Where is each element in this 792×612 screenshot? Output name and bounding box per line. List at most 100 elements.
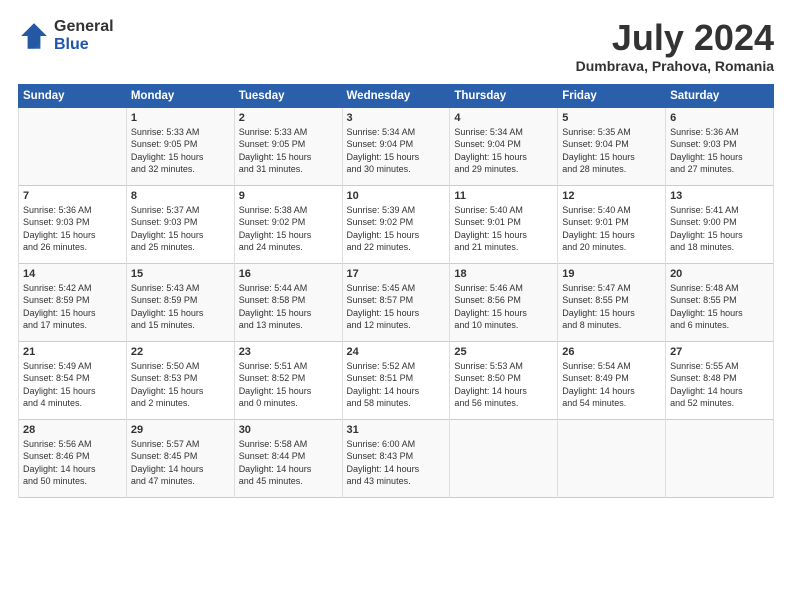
cell-w2-d2: 8Sunrise: 5:37 AM Sunset: 9:03 PM Daylig… xyxy=(126,185,234,263)
cell-info: Sunrise: 5:58 AM Sunset: 8:44 PM Dayligh… xyxy=(239,438,338,488)
week-row-5: 28 Sunrise: 5:56 AM Sunset: 8:46 PM Dayli… xyxy=(19,419,774,497)
logo-blue-text: Blue xyxy=(54,36,114,54)
cell-w4-d2: 22 Sunrise: 5:50 AM Sunset: 8:53 PM Dayli… xyxy=(126,341,234,419)
day-number: 31 xyxy=(347,424,446,436)
day-number: 3 xyxy=(347,112,446,124)
cell-info: Sunrise: 5:34 AM Sunset: 9:04 PM Dayligh… xyxy=(347,126,446,176)
day-number: 5 xyxy=(562,112,661,124)
cell-info: Sunrise: 5:49 AM Sunset: 8:54 PM Dayligh… xyxy=(23,360,122,410)
cell-w2-d3: 9 Sunrise: 5:38 AM Sunset: 9:02 PM Daylig… xyxy=(234,185,342,263)
cell-w4-d4: 24 Sunrise: 5:52 AM Sunset: 8:51 PM Dayli… xyxy=(342,341,450,419)
day-number: 9 xyxy=(239,190,338,202)
cell-w3-d7: 20 Sunrise: 5:48 AM Sunset: 8:55 PM Dayli… xyxy=(666,263,774,341)
day-number: 22 xyxy=(131,346,230,358)
cell-w3-d5: 18Sunrise: 5:46 AM Sunset: 8:56 PM Dayli… xyxy=(450,263,558,341)
cell-w4-d6: 26 Sunrise: 5:54 AM Sunset: 8:49 PM Dayli… xyxy=(558,341,666,419)
cell-w5-d6 xyxy=(558,419,666,497)
day-number: 4 xyxy=(454,112,553,124)
cell-info: Sunrise: 5:55 AM Sunset: 8:48 PM Dayligh… xyxy=(670,360,769,410)
cell-w1-d7: 6Sunrise: 5:36 AM Sunset: 9:03 PM Daylig… xyxy=(666,107,774,185)
cell-info: Sunrise: 5:40 AM Sunset: 9:01 PM Dayligh… xyxy=(562,204,661,254)
day-number: 1 xyxy=(131,112,230,124)
day-number: 16 xyxy=(239,268,338,280)
cell-w1-d4: 3 Sunrise: 5:34 AM Sunset: 9:04 PM Daylig… xyxy=(342,107,450,185)
cell-info: Sunrise: 5:42 AM Sunset: 8:59 PM Dayligh… xyxy=(23,282,122,332)
calendar-page: General Blue July 2024 Dumbrava, Prahova… xyxy=(0,0,792,612)
day-number: 12 xyxy=(562,190,661,202)
header-row: Sunday Monday Tuesday Wednesday Thursday… xyxy=(19,84,774,107)
header-sunday: Sunday xyxy=(19,84,127,107)
cell-w5-d1: 28 Sunrise: 5:56 AM Sunset: 8:46 PM Dayli… xyxy=(19,419,127,497)
cell-info: Sunrise: 5:45 AM Sunset: 8:57 PM Dayligh… xyxy=(347,282,446,332)
day-number: 13 xyxy=(670,190,769,202)
location: Dumbrava, Prahova, Romania xyxy=(576,58,774,74)
day-number: 14 xyxy=(23,268,122,280)
day-number: 23 xyxy=(239,346,338,358)
cell-info: Sunrise: 5:57 AM Sunset: 8:45 PM Dayligh… xyxy=(131,438,230,488)
cell-w2-d4: 10 Sunrise: 5:39 AM Sunset: 9:02 PM Dayli… xyxy=(342,185,450,263)
cell-w4-d1: 21 Sunrise: 5:49 AM Sunset: 8:54 PM Dayli… xyxy=(19,341,127,419)
day-number: 19 xyxy=(562,268,661,280)
cell-info: Sunrise: 5:43 AM Sunset: 8:59 PM Dayligh… xyxy=(131,282,230,332)
day-number: 21 xyxy=(23,346,122,358)
cell-info: Sunrise: 5:48 AM Sunset: 8:55 PM Dayligh… xyxy=(670,282,769,332)
header-tuesday: Tuesday xyxy=(234,84,342,107)
cell-w5-d3: 30 Sunrise: 5:58 AM Sunset: 8:44 PM Dayli… xyxy=(234,419,342,497)
header-friday: Friday xyxy=(558,84,666,107)
cell-info: Sunrise: 5:33 AM Sunset: 9:05 PM Dayligh… xyxy=(239,126,338,176)
cell-info: Sunrise: 5:56 AM Sunset: 8:46 PM Dayligh… xyxy=(23,438,122,488)
header-saturday: Saturday xyxy=(666,84,774,107)
cell-w2-d6: 12 Sunrise: 5:40 AM Sunset: 9:01 PM Dayli… xyxy=(558,185,666,263)
cell-info: Sunrise: 5:51 AM Sunset: 8:52 PM Dayligh… xyxy=(239,360,338,410)
day-number: 24 xyxy=(347,346,446,358)
cell-info: Sunrise: 5:36 AM Sunset: 9:03 PM Dayligh… xyxy=(23,204,122,254)
day-number: 27 xyxy=(670,346,769,358)
cell-info: Sunrise: 5:53 AM Sunset: 8:50 PM Dayligh… xyxy=(454,360,553,410)
cell-w1-d3: 2Sunrise: 5:33 AM Sunset: 9:05 PM Daylig… xyxy=(234,107,342,185)
cell-w5-d2: 29 Sunrise: 5:57 AM Sunset: 8:45 PM Dayli… xyxy=(126,419,234,497)
day-number: 26 xyxy=(562,346,661,358)
week-row-4: 21 Sunrise: 5:49 AM Sunset: 8:54 PM Dayli… xyxy=(19,341,774,419)
week-row-3: 14 Sunrise: 5:42 AM Sunset: 8:59 PM Dayli… xyxy=(19,263,774,341)
day-number: 30 xyxy=(239,424,338,436)
logo-icon xyxy=(18,20,50,52)
week-row-2: 7Sunrise: 5:36 AM Sunset: 9:03 PM Daylig… xyxy=(19,185,774,263)
day-number: 11 xyxy=(454,190,553,202)
cell-info: Sunrise: 5:47 AM Sunset: 8:55 PM Dayligh… xyxy=(562,282,661,332)
cell-info: Sunrise: 5:41 AM Sunset: 9:00 PM Dayligh… xyxy=(670,204,769,254)
logo: General Blue xyxy=(18,18,114,53)
cell-info: Sunrise: 6:00 AM Sunset: 8:43 PM Dayligh… xyxy=(347,438,446,488)
day-number: 25 xyxy=(454,346,553,358)
day-number: 20 xyxy=(670,268,769,280)
header-wednesday: Wednesday xyxy=(342,84,450,107)
cell-w4-d5: 25 Sunrise: 5:53 AM Sunset: 8:50 PM Dayli… xyxy=(450,341,558,419)
cell-w2-d1: 7Sunrise: 5:36 AM Sunset: 9:03 PM Daylig… xyxy=(19,185,127,263)
cell-info: Sunrise: 5:39 AM Sunset: 9:02 PM Dayligh… xyxy=(347,204,446,254)
month-year: July 2024 xyxy=(576,18,774,58)
header-monday: Monday xyxy=(126,84,234,107)
week-row-1: 1 Sunrise: 5:33 AM Sunset: 9:05 PM Daylig… xyxy=(19,107,774,185)
header-thursday: Thursday xyxy=(450,84,558,107)
title-block: July 2024 Dumbrava, Prahova, Romania xyxy=(576,18,774,74)
cell-info: Sunrise: 5:50 AM Sunset: 8:53 PM Dayligh… xyxy=(131,360,230,410)
cell-w3-d4: 17 Sunrise: 5:45 AM Sunset: 8:57 PM Dayli… xyxy=(342,263,450,341)
cell-info: Sunrise: 5:52 AM Sunset: 8:51 PM Dayligh… xyxy=(347,360,446,410)
cell-info: Sunrise: 5:34 AM Sunset: 9:04 PM Dayligh… xyxy=(454,126,553,176)
cell-w5-d4: 31 Sunrise: 6:00 AM Sunset: 8:43 PM Dayli… xyxy=(342,419,450,497)
day-number: 29 xyxy=(131,424,230,436)
cell-w1-d5: 4 Sunrise: 5:34 AM Sunset: 9:04 PM Daylig… xyxy=(450,107,558,185)
cell-info: Sunrise: 5:40 AM Sunset: 9:01 PM Dayligh… xyxy=(454,204,553,254)
header: General Blue July 2024 Dumbrava, Prahova… xyxy=(18,18,774,74)
day-number: 10 xyxy=(347,190,446,202)
cell-info: Sunrise: 5:54 AM Sunset: 8:49 PM Dayligh… xyxy=(562,360,661,410)
day-number: 17 xyxy=(347,268,446,280)
day-number: 28 xyxy=(23,424,122,436)
cell-w4-d7: 27 Sunrise: 5:55 AM Sunset: 8:48 PM Dayli… xyxy=(666,341,774,419)
cell-info: Sunrise: 5:35 AM Sunset: 9:04 PM Dayligh… xyxy=(562,126,661,176)
cell-info: Sunrise: 5:44 AM Sunset: 8:58 PM Dayligh… xyxy=(239,282,338,332)
cell-w4-d3: 23 Sunrise: 5:51 AM Sunset: 8:52 PM Dayli… xyxy=(234,341,342,419)
cell-w1-d2: 1Sunrise: 5:33 AM Sunset: 9:05 PM Daylig… xyxy=(126,107,234,185)
calendar-header: Sunday Monday Tuesday Wednesday Thursday… xyxy=(19,84,774,107)
cell-info: Sunrise: 5:38 AM Sunset: 9:02 PM Dayligh… xyxy=(239,204,338,254)
cell-w3-d3: 16 Sunrise: 5:44 AM Sunset: 8:58 PM Dayli… xyxy=(234,263,342,341)
